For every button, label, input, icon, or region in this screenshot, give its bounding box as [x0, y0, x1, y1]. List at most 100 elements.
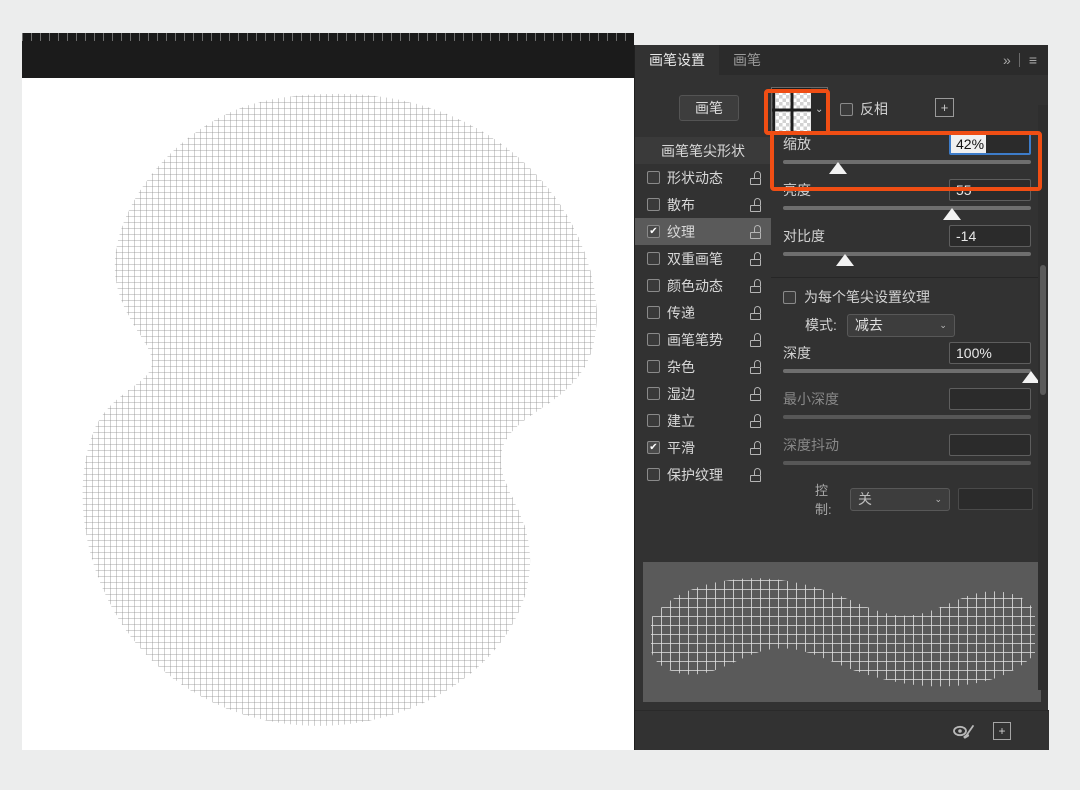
option-row-brush-pose[interactable]: 画笔笔势: [635, 326, 771, 353]
option-row-transfer[interactable]: 传递: [635, 299, 771, 326]
option-label-shape-dynamics: 形状动态: [667, 169, 723, 186]
option-row-noise[interactable]: 杂色: [635, 353, 771, 380]
option-row-smoothing[interactable]: ✔ 平滑: [635, 434, 771, 461]
panel-scrollbar-thumb[interactable]: [1040, 265, 1046, 395]
panel-footer: +: [635, 710, 1049, 750]
option-checkbox-brush-pose[interactable]: [647, 333, 660, 346]
option-checkbox-scattering[interactable]: [647, 198, 660, 211]
brightness-slider[interactable]: [783, 203, 1031, 223]
option-checkbox-color-dynamics[interactable]: [647, 279, 660, 292]
tab-spacer: [775, 45, 1003, 75]
brush-toggle-icon[interactable]: [953, 723, 975, 739]
contrast-row: 对比度 -14: [781, 223, 1033, 249]
texture-swatch-picker[interactable]: ⌄: [771, 87, 828, 132]
option-checkbox-protect-texture[interactable]: [647, 468, 660, 481]
option-row-wet-edges[interactable]: 湿边: [635, 380, 771, 407]
option-row-scattering[interactable]: 散布: [635, 191, 771, 218]
contrast-input[interactable]: -14: [949, 225, 1031, 247]
control-select[interactable]: 关 ⌄: [850, 487, 950, 511]
lock-open-icon[interactable]: [749, 359, 762, 374]
tab-brushes-label: 画笔: [733, 52, 761, 68]
option-label-dual-brush: 双重画笔: [667, 250, 723, 267]
brush-stroke-preview-inner: [643, 562, 1041, 702]
option-checkbox-smoothing[interactable]: ✔: [647, 441, 660, 454]
option-checkbox-texture[interactable]: ✔: [647, 225, 660, 238]
contrast-slider[interactable]: [783, 249, 1031, 269]
mode-select[interactable]: 减去 ⌄: [846, 313, 955, 337]
artwork-blob: [32, 78, 624, 750]
mode-value: 减去: [854, 317, 883, 333]
brightness-slider-track: [783, 206, 1031, 210]
brush-tip-shape-header[interactable]: 画笔笔尖形状: [635, 137, 771, 164]
option-row-texture[interactable]: ✔ 纹理: [635, 218, 771, 245]
control-extra-input[interactable]: [957, 488, 1033, 510]
lock-open-icon[interactable]: [749, 170, 762, 185]
depth-jitter-input[interactable]: [949, 434, 1031, 456]
controls-divider: [771, 277, 1043, 278]
depth-input[interactable]: 100%: [949, 342, 1031, 364]
scale-slider[interactable]: [783, 157, 1031, 177]
panel-header-icons: » ≡: [1003, 45, 1048, 75]
option-checkbox-dual-brush[interactable]: [647, 252, 660, 265]
option-checkbox-shape-dynamics[interactable]: [647, 171, 660, 184]
min-depth-input[interactable]: [949, 388, 1031, 410]
option-row-build-up[interactable]: 建立: [635, 407, 771, 434]
option-row-color-dynamics[interactable]: 颜色动态: [635, 272, 771, 299]
panel-scrollbar[interactable]: [1038, 105, 1048, 690]
option-label-build-up: 建立: [667, 412, 695, 429]
min-depth-row: 最小深度: [781, 386, 1033, 412]
option-checkbox-wet-edges[interactable]: [647, 387, 660, 400]
collapse-chevrons-icon[interactable]: »: [1003, 53, 1011, 67]
lock-open-icon[interactable]: [749, 224, 762, 239]
invert-checkbox[interactable]: [840, 102, 853, 116]
tab-brush-settings[interactable]: 画笔设置: [635, 45, 719, 75]
invert-checkbox-row[interactable]: 反相: [840, 99, 888, 119]
lock-open-icon[interactable]: [749, 440, 762, 455]
depth-jitter-control: 深度抖动 控制: 关 ⌄: [771, 432, 1043, 517]
lock-open-icon[interactable]: [749, 386, 762, 401]
brightness-control: 亮度 55: [771, 177, 1043, 223]
contrast-slider-thumb[interactable]: [836, 254, 854, 266]
option-label-brush-pose: 画笔笔势: [667, 331, 723, 348]
lock-open-icon[interactable]: [749, 251, 762, 266]
lock-open-icon[interactable]: [749, 413, 762, 428]
brightness-slider-thumb[interactable]: [942, 208, 961, 220]
option-checkbox-transfer[interactable]: [647, 306, 660, 319]
new-brush-button[interactable]: +: [993, 721, 1011, 740]
depth-slider[interactable]: [783, 366, 1040, 386]
texture-top-row: 画笔 ⌄ 反相 +: [635, 85, 1049, 137]
control-dropdown-row: 控制: 关 ⌄: [781, 483, 1033, 517]
brush-tip-shape-label: 画笔笔尖形状: [661, 142, 745, 159]
option-label-noise: 杂色: [667, 358, 695, 375]
per-tip-texture-row[interactable]: 为每个笔尖设置纹理: [781, 284, 1033, 310]
mode-row: 模式: 减去 ⌄: [781, 310, 1033, 340]
brightness-input[interactable]: 55: [949, 179, 1031, 201]
panel-menu-icon[interactable]: ≡: [1029, 53, 1037, 67]
depth-control: 深度 100%: [771, 340, 1043, 386]
option-label-wet-edges: 湿边: [667, 385, 695, 402]
lock-open-icon[interactable]: [749, 278, 762, 293]
per-tip-texture-checkbox[interactable]: [783, 290, 796, 304]
photoshop-window: 画笔设置 画笔 » ≡ 画笔 ⌄ 反相 + 画笔笔尖形状 形状动态 散布 ✔ 纹…: [0, 0, 1080, 790]
depth-slider-track: [783, 369, 1031, 373]
option-row-shape-dynamics[interactable]: 形状动态: [635, 164, 771, 191]
lock-open-icon[interactable]: [749, 197, 762, 212]
depth-jitter-slider: [783, 458, 1031, 478]
option-checkbox-build-up[interactable]: [647, 414, 660, 427]
option-label-protect-texture: 保护纹理: [667, 466, 723, 483]
option-checkbox-noise[interactable]: [647, 360, 660, 373]
chevron-down-icon[interactable]: ⌄: [811, 88, 827, 131]
mode-label: 模式:: [805, 317, 837, 333]
add-texture-button[interactable]: +: [935, 98, 954, 117]
lock-open-icon[interactable]: [749, 305, 762, 320]
lock-open-icon[interactable]: [749, 467, 762, 482]
canvas[interactable]: [32, 78, 624, 750]
option-row-dual-brush[interactable]: 双重画笔: [635, 245, 771, 272]
scale-slider-thumb[interactable]: [828, 162, 847, 174]
tab-brushes[interactable]: 画笔: [719, 45, 775, 75]
scale-slider-track: [783, 160, 1031, 164]
option-row-protect-texture[interactable]: 保护纹理: [635, 461, 771, 488]
lock-open-icon[interactable]: [749, 332, 762, 347]
brush-preset-button[interactable]: 画笔: [679, 95, 739, 121]
scale-input[interactable]: 42%: [949, 133, 1031, 155]
